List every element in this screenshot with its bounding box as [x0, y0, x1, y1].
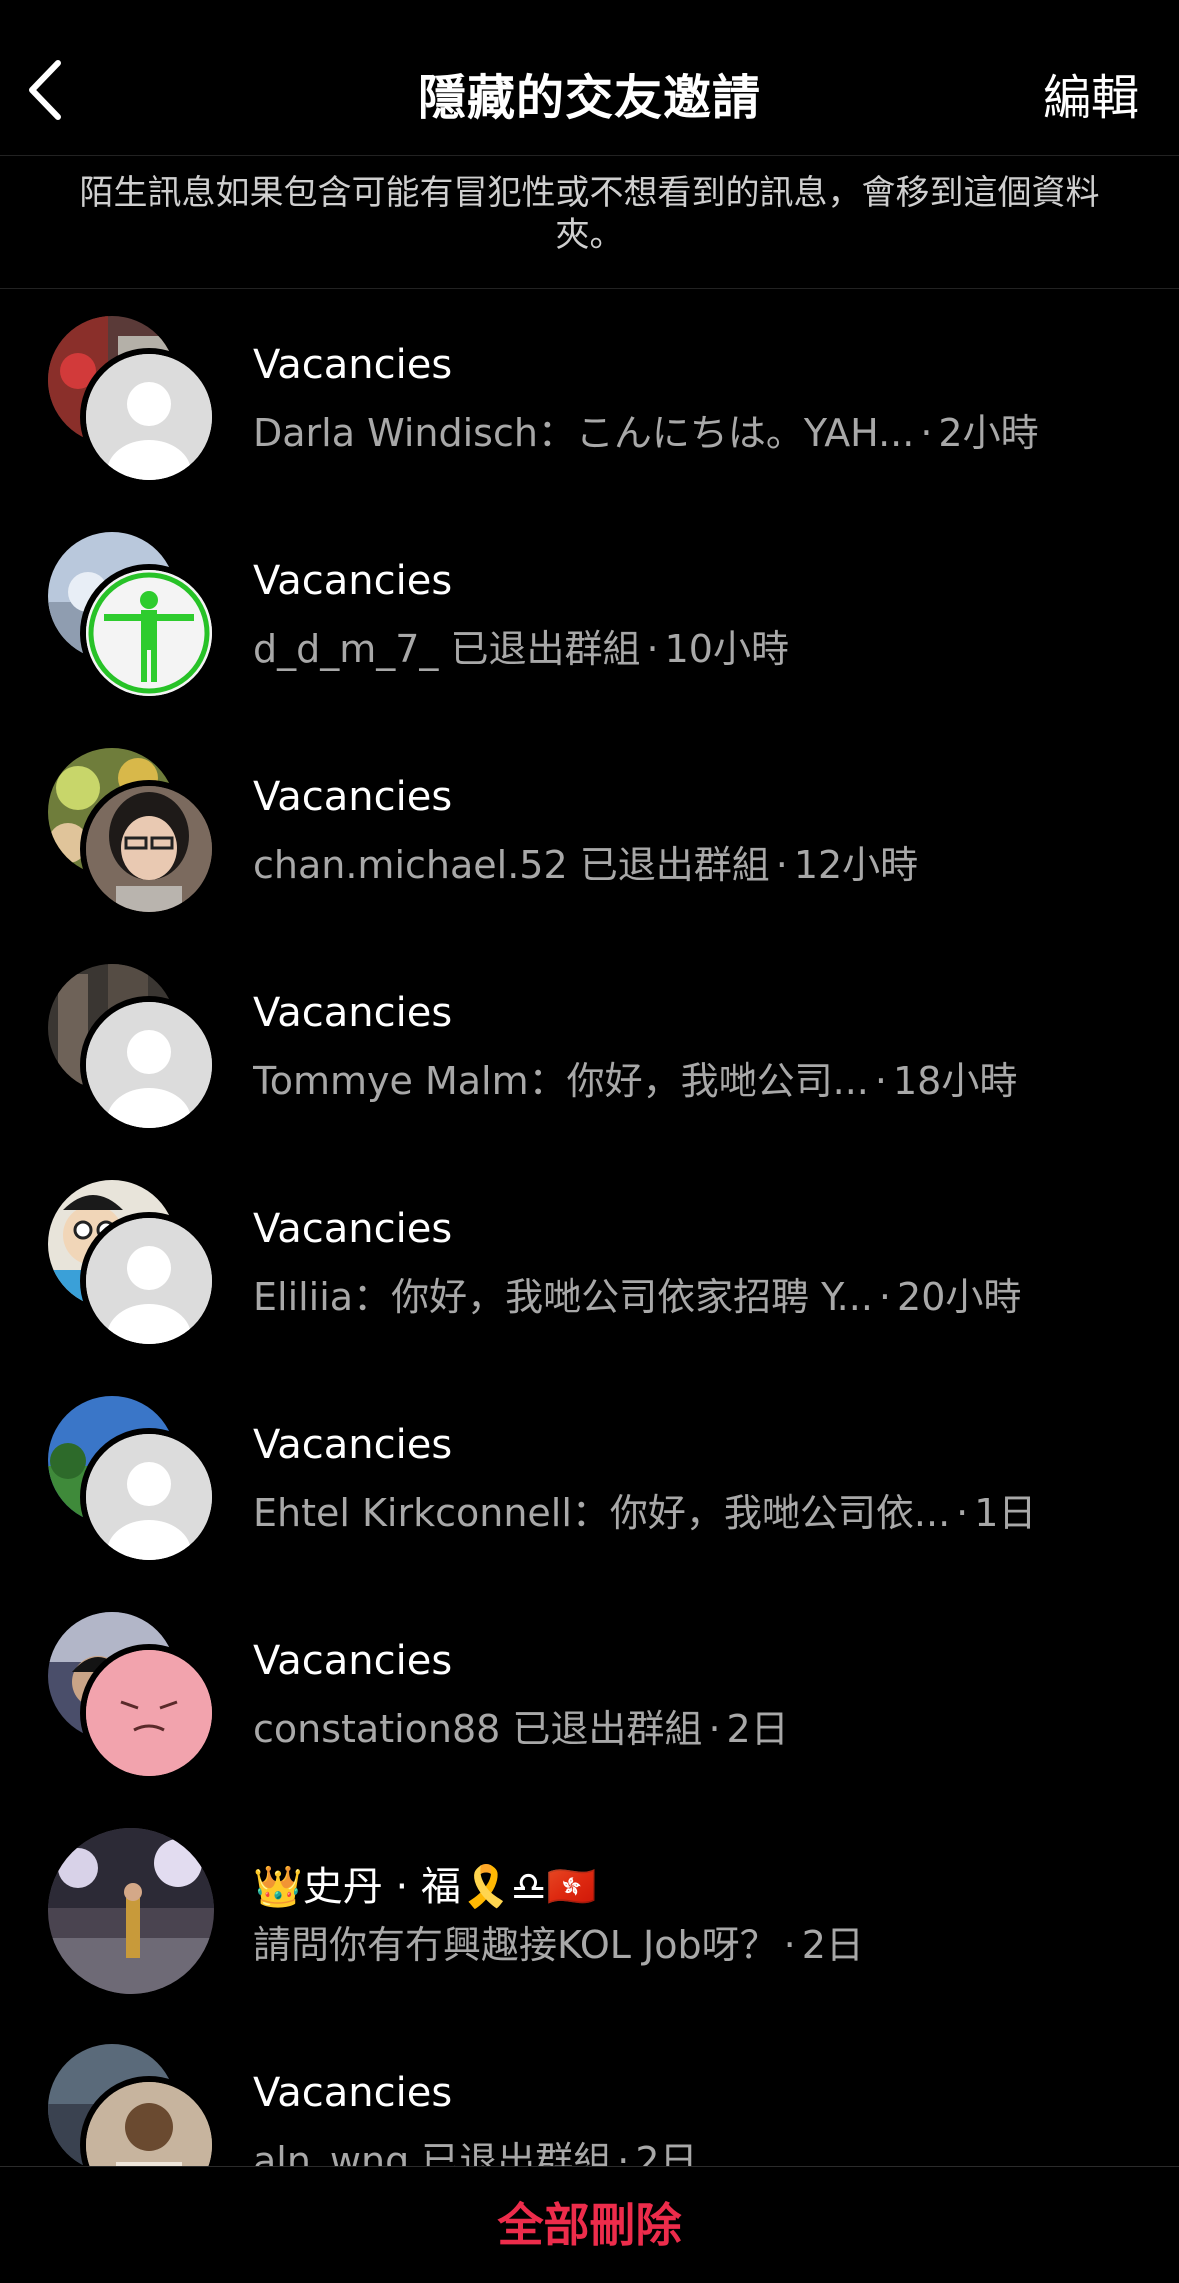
thread-row[interactable]: Vacancies chan.michael.52 已退出群組 · 12小時 [0, 722, 1179, 938]
group-avatar [48, 532, 218, 702]
last-message: Ehtel Kirkconnell：你好，我哋公司依... [253, 1491, 951, 1535]
thread-row[interactable]: Vacancies d_d_m_7_ 已退出群組 · 10小時 [0, 506, 1179, 722]
timestamp: 2日 [801, 1923, 864, 1967]
dot-separator: · [783, 1923, 796, 1967]
thread-row[interactable]: Vacancies Ehtel Kirkconnell：你好，我哋公司依... ·… [0, 1370, 1179, 1586]
timestamp: 10小時 [664, 627, 789, 671]
thread-preview: constation88 已退出群組 · 2日 [253, 1698, 1129, 1753]
thread-title: 👑史丹 · 福🎗️♎🇭🇰 [253, 1864, 597, 1910]
thread-row[interactable]: 👑史丹 · 福🎗️♎🇭🇰 請問你有冇興趣接KOL Job呀？ · 2日 [0, 1802, 1179, 2018]
last-message: chan.michael.52 已退出群組 [253, 843, 770, 887]
group-avatar [48, 1612, 218, 1782]
dot-separator: · [646, 627, 659, 671]
timestamp: 20小時 [897, 1275, 1022, 1319]
thread-title: Vacancies [253, 1638, 453, 1684]
group-avatar [48, 316, 218, 486]
group-avatar [48, 964, 218, 1134]
green-figure-avatar [80, 564, 218, 702]
dot-separator: · [874, 1059, 887, 1103]
default-avatar-icon [80, 1428, 218, 1566]
thread-row[interactable]: Vacancies Eliliia：你好，我哋公司依家招聘 Y... · 20小時 [0, 1154, 1179, 1370]
dot-separator: · [878, 1275, 892, 1319]
thread-row[interactable]: Vacancies Darla Windisch：こんにちは。YAH... · 2小… [0, 290, 1179, 506]
edit-button[interactable]: 編輯 [1043, 58, 1139, 128]
thread-row[interactable]: Vacancies constation88 已退出群組 · 2日 [0, 1586, 1179, 1802]
nav-header: 隱藏的交友邀請 編輯 [0, 0, 1179, 156]
last-message: Eliliia：你好，我哋公司依家招聘 Y... [253, 1275, 873, 1319]
group-avatar [48, 1396, 218, 1566]
thread-title: Vacancies [253, 558, 453, 604]
last-message: Darla Windisch：こんにちは。YAH... [253, 411, 915, 455]
group-avatar [48, 1180, 218, 1350]
thread-title: Vacancies [253, 774, 453, 820]
timestamp: 1日 [974, 1491, 1037, 1535]
timestamp: 12小時 [793, 843, 919, 887]
thread-title: Vacancies [253, 1422, 453, 1468]
last-message: constation88 已退出群組 [253, 1707, 703, 1751]
last-message: Tommye Malm：你好，我哋公司... [253, 1059, 869, 1103]
last-message: aln_wng 已退出群組 [253, 2139, 612, 2166]
thread-title: Vacancies [253, 2070, 453, 2116]
bottom-action-bar: 全部刪除 [0, 2166, 1179, 2283]
group-avatar [48, 2044, 218, 2166]
thread-preview: Tommye Malm：你好，我哋公司... · 18小時 [253, 1050, 1129, 1105]
page-title: 隱藏的交友邀請 [417, 70, 761, 126]
thread-preview: Eliliia：你好，我哋公司依家招聘 Y... · 20小時 [253, 1266, 1129, 1321]
thread-title: Vacancies [253, 1206, 453, 1252]
member-photo-front [80, 780, 218, 918]
dot-separator: · [775, 843, 788, 887]
dot-separator: · [920, 411, 933, 455]
thread-preview: d_d_m_7_ 已退出群組 · 10小時 [253, 618, 1129, 673]
thread-preview: aln_wng 已退出群組 · 2日 [253, 2130, 1129, 2166]
dot-separator: · [708, 1707, 721, 1751]
timestamp: 2日 [726, 1707, 789, 1751]
last-message: 請問你有冇興趣接KOL Job呀？ [253, 1923, 778, 1967]
delete-all-button[interactable]: 全部刪除 [0, 2189, 1179, 2255]
group-avatar [48, 748, 218, 918]
timestamp: 2日 [635, 2139, 698, 2166]
divider [0, 288, 1179, 289]
default-avatar-icon [80, 348, 218, 486]
thread-row[interactable]: Vacancies aln_wng 已退出群組 · 2日 [0, 2018, 1179, 2166]
dot-separator: · [956, 1491, 969, 1535]
dot-separator: · [617, 2139, 630, 2166]
hidden-requests-list[interactable]: Vacancies Darla Windisch：こんにちは。YAH... · 2小… [0, 290, 1179, 2166]
thread-preview: Darla Windisch：こんにちは。YAH... · 2小時 [253, 402, 1129, 457]
thread-row[interactable]: Vacancies Tommye Malm：你好，我哋公司... · 18小時 [0, 938, 1179, 1154]
default-avatar-icon [80, 996, 218, 1134]
thread-preview: 請問你有冇興趣接KOL Job呀？ · 2日 [253, 1914, 1129, 1969]
cartoon-face-avatar [80, 1644, 218, 1782]
timestamp: 18小時 [892, 1059, 1018, 1103]
thread-title: Vacancies [253, 990, 453, 1036]
timestamp: 2小時 [938, 411, 1039, 455]
default-avatar-icon [80, 1212, 218, 1350]
thread-title: Vacancies [253, 342, 453, 388]
hidden-requests-info: 陌生訊息如果包含可能有冒犯性或不想看到的訊息，會移到這個資料夾。 [79, 173, 1100, 255]
last-message: d_d_m_7_ 已退出群組 [253, 627, 641, 671]
thread-preview: chan.michael.52 已退出群組 · 12小時 [253, 834, 1129, 889]
thread-preview: Ehtel Kirkconnell：你好，我哋公司依... · 1日 [253, 1482, 1129, 1537]
user-avatar [48, 1828, 214, 1994]
